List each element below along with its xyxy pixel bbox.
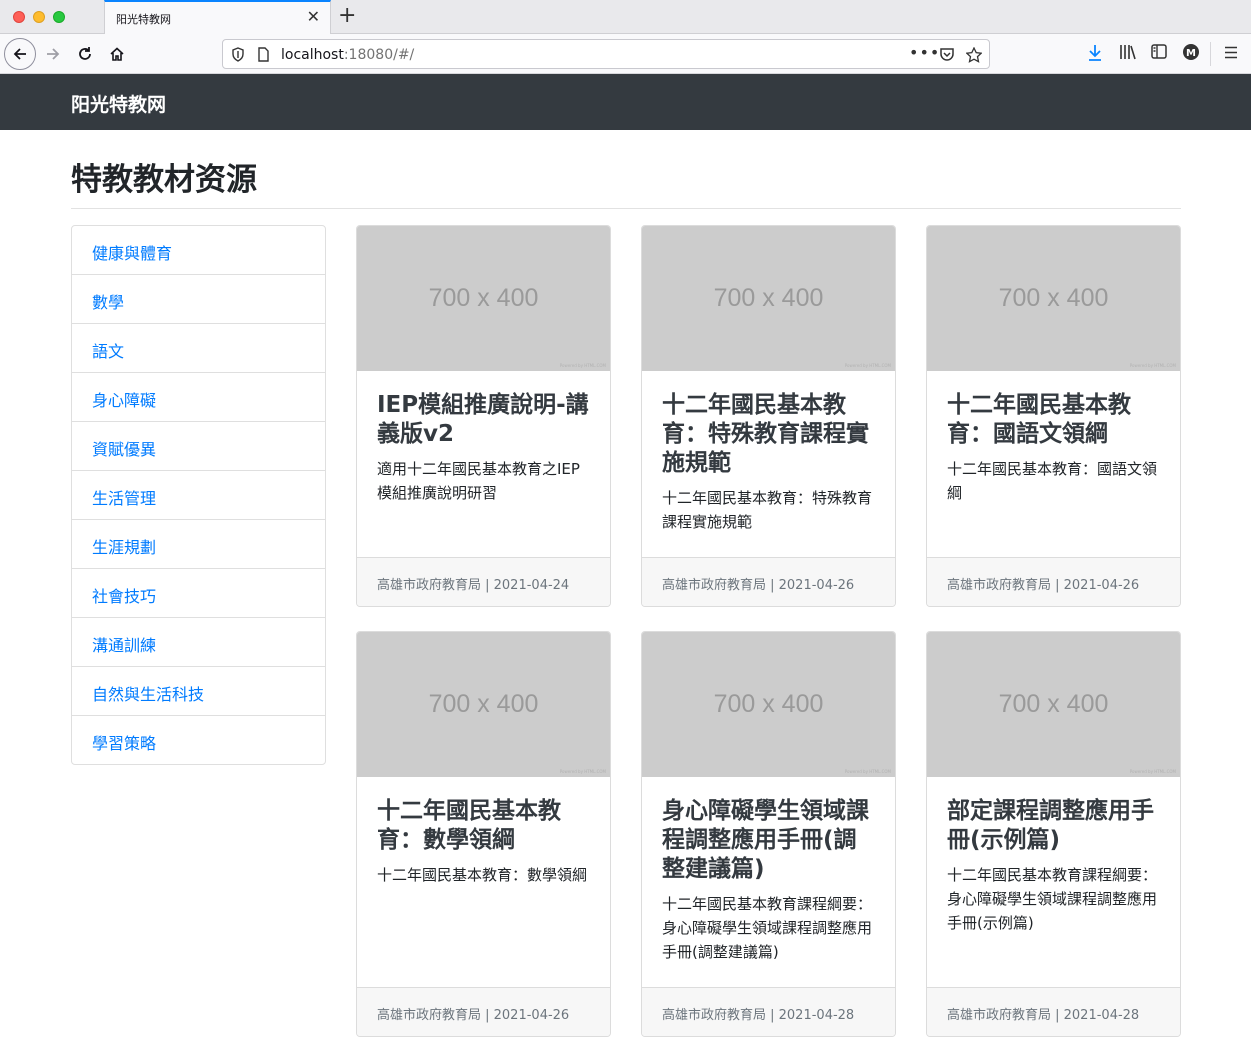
- home-button[interactable]: [102, 39, 132, 69]
- reload-icon: [79, 47, 91, 60]
- svg-text:M: M: [1186, 48, 1196, 59]
- home-icon: [110, 47, 124, 61]
- card-footer: 高雄市政府教育局 | 2021-04-26: [927, 557, 1180, 606]
- address-bar[interactable]: localhost:18080/#/ •••: [222, 39, 990, 69]
- new-tab-icon[interactable]: +: [338, 3, 356, 29]
- forward-arrow-icon: [47, 48, 60, 60]
- url-text: localhost:18080/#/: [281, 47, 415, 63]
- placeholder-image: 700 x 400 Powered by HTML.COM: [357, 632, 610, 777]
- card-title[interactable]: 十二年國民基本教育：特殊教育課程實施規範: [662, 391, 875, 478]
- category-item-language[interactable]: 語文: [72, 323, 325, 372]
- forward-button[interactable]: [38, 39, 68, 69]
- card-title[interactable]: 身心障礙學生領域課程調整應用手冊(調整建議篇): [662, 797, 875, 884]
- close-window-button[interactable]: [13, 11, 25, 23]
- category-item-disability[interactable]: 身心障礙: [72, 372, 325, 421]
- tab-title: 阳光特教网: [116, 13, 171, 26]
- card-footer: 高雄市政府教育局 | 2021-04-26: [642, 557, 895, 606]
- page-icon: [258, 47, 269, 62]
- toolbar-divider: [1210, 42, 1211, 66]
- card-text: 十二年國民基本教育：特殊教育課程實施規範: [662, 489, 873, 531]
- resource-card[interactable]: 700 x 400 Powered by HTML.COM 十二年國民基本教育：…: [926, 225, 1181, 607]
- category-list: 健康與體育 數學 語文 身心障礙 資賦優異 生活管理 生涯規劃 社會技巧 溝通訓…: [71, 225, 326, 765]
- card-footer: 高雄市政府教育局 | 2021-04-28: [642, 987, 895, 1036]
- resource-card[interactable]: 700 x 400 Powered by HTML.COM 身心障礙學生領域課程…: [641, 631, 896, 1037]
- browser-tab-active[interactable]: 阳光特教网 ✕: [104, 0, 331, 34]
- card-title[interactable]: 十二年國民基本教育：國語文領綱: [947, 391, 1160, 449]
- download-icon[interactable]: [1087, 44, 1103, 62]
- card-footer: 高雄市政府教育局 | 2021-04-28: [927, 987, 1180, 1036]
- category-item-gifted[interactable]: 資賦優異: [72, 421, 325, 470]
- reload-button[interactable]: [70, 39, 100, 69]
- pocket-icon[interactable]: [939, 47, 955, 62]
- library-icon[interactable]: [1119, 44, 1137, 60]
- browser-toolbar: localhost:18080/#/ ••• M: [0, 34, 1251, 74]
- card-text: 十二年國民基本教育：數學領綱: [377, 866, 588, 884]
- placeholder-image: 700 x 400 Powered by HTML.COM: [642, 226, 895, 371]
- placeholder-image: 700 x 400 Powered by HTML.COM: [642, 632, 895, 777]
- browser-tab-bar: 阳光特教网 ✕ +: [0, 0, 1251, 34]
- minimize-window-button[interactable]: [33, 11, 45, 23]
- site-brand[interactable]: 阳光特教网: [71, 90, 166, 117]
- card-title[interactable]: IEP模組推廣說明-講義版v2: [377, 391, 590, 449]
- resource-card[interactable]: 700 x 400 Powered by HTML.COM 部定課程調整應用手冊…: [926, 631, 1181, 1037]
- card-text: 十二年國民基本教育：國語文領綱: [947, 460, 1158, 502]
- close-tab-icon[interactable]: ✕: [307, 8, 320, 26]
- card-text: 適用十二年國民基本教育之IEP模組推廣說明研習: [377, 460, 580, 502]
- page-title: 特教教材资源: [71, 162, 257, 198]
- category-item-career-planning[interactable]: 生涯規劃: [72, 519, 325, 568]
- account-avatar-icon[interactable]: M: [1182, 43, 1200, 61]
- menu-icon[interactable]: [1224, 46, 1238, 59]
- category-item-science-tech[interactable]: 自然與生活科技: [72, 666, 325, 715]
- bookmark-star-icon[interactable]: [966, 47, 982, 63]
- placeholder-image: 700 x 400 Powered by HTML.COM: [357, 226, 610, 371]
- placeholder-image: 700 x 400 Powered by HTML.COM: [927, 632, 1180, 777]
- category-item-communication[interactable]: 溝通訓練: [72, 617, 325, 666]
- card-title[interactable]: 部定課程調整應用手冊(示例篇): [947, 797, 1160, 855]
- zoom-window-button[interactable]: [53, 11, 65, 23]
- card-text: 十二年國民基本教育課程綱要：身心障礙學生領域課程調整應用手冊(示例篇): [947, 866, 1158, 932]
- card-text: 十二年國民基本教育課程綱要：身心障礙學生領域課程調整應用手冊(調整建議篇): [662, 895, 873, 961]
- back-arrow-icon: [13, 48, 26, 60]
- more-actions-icon[interactable]: •••: [909, 43, 940, 62]
- back-button[interactable]: [4, 38, 36, 70]
- category-item-life-management[interactable]: 生活管理: [72, 470, 325, 519]
- resource-card[interactable]: 700 x 400 Powered by HTML.COM 十二年國民基本教育：…: [356, 631, 611, 1037]
- card-title[interactable]: 十二年國民基本教育：數學領綱: [377, 797, 590, 855]
- site-navbar: 阳光特教网: [0, 74, 1251, 130]
- category-item-health-pe[interactable]: 健康與體育: [72, 226, 325, 274]
- shield-icon[interactable]: [231, 47, 245, 62]
- resource-card[interactable]: 700 x 400 Powered by HTML.COM IEP模組推廣說明-…: [356, 225, 611, 607]
- card-footer: 高雄市政府教育局 | 2021-04-24: [357, 557, 610, 606]
- card-footer: 高雄市政府教育局 | 2021-04-26: [357, 987, 610, 1036]
- resource-card[interactable]: 700 x 400 Powered by HTML.COM 十二年國民基本教育：…: [641, 225, 896, 607]
- sidebar-icon[interactable]: [1151, 44, 1167, 59]
- category-item-learning-strategy[interactable]: 學習策略: [72, 715, 325, 764]
- category-item-math[interactable]: 數學: [72, 274, 325, 323]
- placeholder-image: 700 x 400 Powered by HTML.COM: [927, 226, 1180, 371]
- category-item-social-skills[interactable]: 社會技巧: [72, 568, 325, 617]
- title-divider: [71, 208, 1181, 209]
